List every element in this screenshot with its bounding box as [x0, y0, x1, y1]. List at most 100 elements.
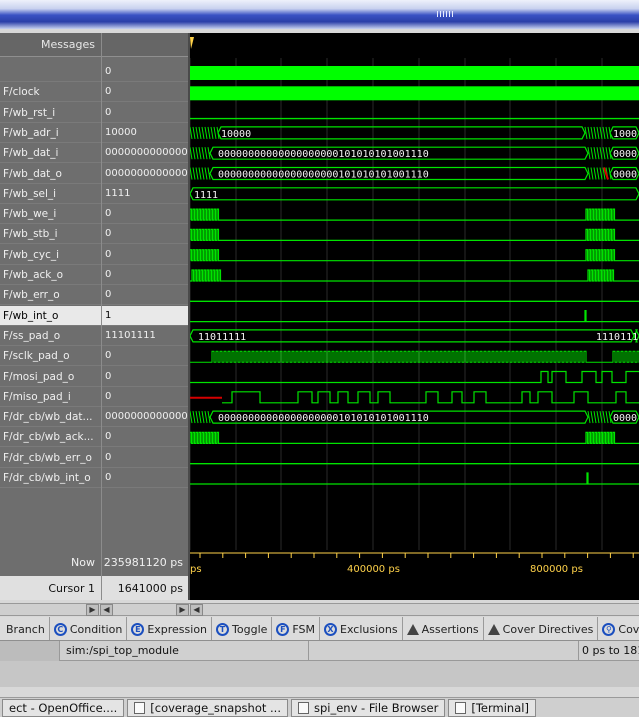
signal-name-row[interactable]: F/sclk_pad_o [0, 346, 101, 367]
wave-busy [596, 167, 600, 180]
signal-name-row[interactable]: F/wb_dat_i [0, 143, 101, 164]
signal-name-row[interactable]: F/dr_cb/wb_dat... [0, 407, 101, 428]
tab-label: FSM [292, 622, 316, 636]
bus-value-label: 10000 [221, 129, 251, 140]
signal-name-row[interactable]: F/wb_adr_i [0, 123, 101, 143]
scroll-left-arrow-icon[interactable]: ◀ [100, 604, 113, 616]
condition-icon: C [53, 622, 67, 636]
taskbar-button[interactable]: [coverage_snapshot ... [127, 699, 288, 717]
signal-name-row[interactable]: F/clock [0, 82, 101, 103]
signal-value-cell[interactable]: 0 [102, 346, 188, 367]
waveform-canvas[interactable]: 10000 1000 0000000000000000000010101010100… [190, 33, 639, 600]
tab-cover-g[interactable]: ⚲Cover G [598, 617, 639, 640]
signal-name-row[interactable]: F/wb_dat_o [0, 164, 101, 184]
horizontal-scrollbar[interactable]: ▶ ◀ ▶ ◀ [0, 603, 639, 616]
signal-value-cell[interactable]: 0 [102, 82, 188, 103]
taskbar-button[interactable]: ect - OpenOffice.... [2, 699, 125, 717]
signal-name-row[interactable]: F/wb_stb_i [0, 224, 101, 245]
value-header [102, 33, 188, 57]
tab-fsm[interactable]: F FSM [272, 617, 321, 640]
wave-wb-sel [190, 187, 639, 201]
wave-busy [198, 126, 202, 139]
signal-name-row[interactable]: F/wb_cyc_i [0, 245, 101, 265]
signal-name-row[interactable]: F/dr_cb/wb_err_o [0, 448, 101, 468]
wave-busy [207, 126, 211, 139]
signal-value-cell[interactable]: 10000 [102, 123, 188, 143]
scroll-right-arrow-icon[interactable]: ▶ [86, 604, 99, 616]
signal-value-cell[interactable]: 1111 [102, 184, 188, 204]
signal-value-cell[interactable]: 0 [102, 265, 188, 285]
signal-name-row[interactable]: F/wb_sel_i [0, 184, 101, 204]
tab-label: Assertions [421, 622, 479, 636]
wave-busy [198, 147, 202, 160]
signal-value-cell[interactable]: 0 [102, 103, 188, 123]
cover-groups-icon: ⚲ [602, 622, 616, 636]
waveform-pane[interactable]: 10000 1000 0000000000000000000010101010100… [190, 33, 639, 600]
wave-drcb-int [190, 472, 639, 485]
wave-busy [213, 126, 217, 139]
window-title-bar[interactable] [0, 0, 639, 29]
signal-name-row[interactable]: F/wb_err_o [0, 285, 101, 306]
signal-value-cell[interactable]: 00000000000000 [102, 407, 188, 428]
signal-name-row[interactable]: F/dr_cb/wb_ack... [0, 427, 101, 448]
signal-value-cell[interactable]: 0 [102, 224, 188, 245]
signal-value-cell[interactable]: 0 [102, 204, 188, 225]
signal-value-cell[interactable]: 0 [102, 285, 188, 306]
signal-value-cell[interactable]: 1 [102, 305, 188, 326]
signal-value-column: 0 0 0 10000 00000000000000 00000000000000 1111… [101, 33, 188, 600]
drag-grip-icon[interactable] [437, 11, 455, 17]
signal-value-cell[interactable]: 0 [102, 387, 188, 407]
signal-value-cell[interactable]: 11101111 [102, 326, 188, 346]
wave-busy [605, 126, 609, 139]
signal-value-cell[interactable]: 0 [102, 448, 188, 468]
tab-assertions[interactable]: Assertions [402, 617, 484, 640]
cursor-marker-icon [190, 37, 194, 49]
signal-value-cell[interactable]: 0 [102, 367, 188, 387]
wave-mosi [190, 370, 639, 384]
wave-busy [602, 126, 606, 139]
tab-toggle[interactable]: T Toggle [212, 617, 273, 640]
taskbar-button[interactable]: [Terminal] [448, 699, 536, 717]
taskbar-button[interactable]: spi_env - File Browser [290, 699, 446, 717]
signal-name-row[interactable]: F/wb_rst_i [0, 103, 101, 123]
signal-value-cell[interactable]: 0 [102, 245, 188, 265]
signal-name-row[interactable]: F/wb_int_o [0, 305, 101, 326]
wave-busy [590, 411, 594, 424]
signal-value-cell[interactable]: 00000000000000 [102, 164, 188, 184]
modelsim-window: Messages F/clock F/wb_rst_i F/wb_adr_i F/wb… [0, 0, 639, 717]
signal-value-cell[interactable]: 00000000000000 [102, 143, 188, 164]
signal-name-row[interactable]: F/ss_pad_o [0, 326, 101, 346]
signal-value-cell[interactable]: 0 [102, 62, 188, 82]
signal-name-row[interactable]: F/miso_pad_i [0, 387, 101, 407]
signal-name-row[interactable]: F/wb_we_i [0, 204, 101, 225]
signal-value-cell[interactable]: 0 [102, 427, 188, 448]
scroll-right-arrow-icon[interactable]: ▶ [176, 604, 189, 616]
signal-name-row[interactable]: F/wb_ack_o [0, 265, 101, 285]
scroll-left-arrow-icon[interactable]: ◀ [190, 604, 203, 616]
signal-name-row[interactable] [0, 62, 101, 82]
tab-cover-directives[interactable]: Cover Directives [483, 617, 599, 640]
wave-miso [222, 391, 639, 404]
signal-name-row[interactable]: F/mosi_pad_o [0, 367, 101, 387]
wave-wb-we [190, 208, 639, 221]
toggle-icon: T [216, 622, 230, 636]
wave-busy [198, 167, 202, 180]
signal-value-cell[interactable]: 0 [102, 468, 188, 488]
status-strip [0, 661, 639, 687]
tab-branch[interactable]: CBranch [0, 617, 50, 640]
tab-expression[interactable]: E Expression [127, 617, 213, 640]
tab-condition[interactable]: C Condition [49, 617, 128, 640]
bus-value-label: 1110111 [596, 332, 638, 343]
wave-busy [201, 167, 205, 180]
now-label: Now [71, 556, 95, 569]
bus-value-label: 11011111 [198, 332, 246, 343]
window-icon [455, 702, 467, 714]
wave-busy [590, 147, 594, 160]
wave-busy [596, 147, 600, 160]
wave-busy [590, 167, 594, 180]
wave-drcb-ack [190, 431, 639, 444]
wave-busy [192, 411, 196, 424]
signal-name-row[interactable]: F/dr_cb/wb_int_o [0, 468, 101, 488]
tab-exclusions[interactable]: X Exclusions [320, 617, 403, 640]
wave-busy [192, 126, 196, 139]
